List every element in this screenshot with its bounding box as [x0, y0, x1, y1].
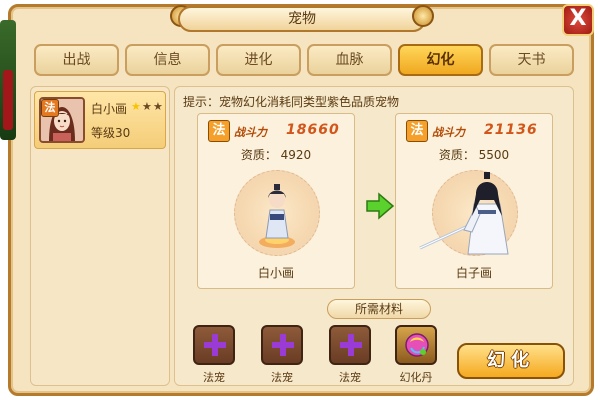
- transform-button[interactable]: 幻化: [457, 343, 565, 379]
- tab-transform[interactable]: 幻化: [398, 44, 483, 76]
- left-decoration-tassel: [3, 70, 13, 130]
- material-slot-pill[interactable]: [395, 325, 437, 365]
- result-pet-power-label: 战斗力: [432, 126, 465, 139]
- current-pet-name: 白小画: [257, 266, 294, 280]
- material-slot-3[interactable]: [329, 325, 371, 365]
- pill-icon: [405, 333, 429, 357]
- material-slot-1[interactable]: [193, 325, 235, 365]
- tab-heavenly-book[interactable]: 天书: [489, 44, 574, 76]
- tab-evolve[interactable]: 进化: [216, 44, 301, 76]
- title-knob-right: [412, 5, 434, 27]
- material-label-1: 法宠: [203, 371, 225, 384]
- plus-icon: [340, 334, 362, 356]
- material-label-3: 法宠: [339, 371, 361, 384]
- result-pet-sprite: [419, 172, 509, 255]
- star-empty-icon: ★: [153, 100, 163, 113]
- result-pet-quality: 资质： 5500: [438, 148, 510, 162]
- result-pet-power-value: 21136: [484, 122, 538, 138]
- result-pet-type-badge: 法: [406, 120, 428, 142]
- pet-list-item[interactable]: 法 白小画 ★ ★ ★ 等级30: [34, 91, 166, 149]
- close-button[interactable]: X: [562, 4, 594, 36]
- pet-avatar: 法: [39, 97, 85, 143]
- material-slot-2[interactable]: [261, 325, 303, 365]
- window-title: 宠物: [178, 6, 426, 32]
- current-pet-sprite: [259, 184, 295, 248]
- tab-info[interactable]: 信息: [125, 44, 210, 76]
- star-filled-icon: ★: [131, 100, 141, 113]
- current-pet-box: 法 战斗力 18660 资质： 4920 白小画: [197, 113, 355, 289]
- star-empty-icon: ★: [142, 100, 152, 113]
- tab-bar: 出战 信息 进化 血脉 幻化 天书: [34, 44, 574, 76]
- result-pet-name: 白子画: [455, 266, 492, 280]
- current-pet-power-label: 战斗力: [234, 126, 267, 139]
- current-pet-power-value: 18660: [286, 122, 340, 138]
- result-pet-box: 法 战斗力 21136 资质： 5500 白子画: [395, 113, 553, 289]
- plus-icon: [272, 334, 294, 356]
- pet-name: 白小画: [91, 102, 128, 116]
- material-label-2: 法宠: [271, 371, 293, 384]
- pet-list-panel: 法 白小画 ★ ★ ★ 等级30: [30, 86, 170, 386]
- hint-text: 提示：宠物幻化消耗同类型紫色品质宠物: [183, 95, 400, 109]
- pet-type-badge: 法: [41, 99, 59, 117]
- arrow-right-icon: [366, 192, 395, 220]
- tab-deploy[interactable]: 出战: [34, 44, 119, 76]
- tab-bloodline[interactable]: 血脉: [307, 44, 392, 76]
- plus-icon: [204, 334, 226, 356]
- transform-panel: 提示：宠物幻化消耗同类型紫色品质宠物 法 战斗力 18660 资质： 4920 …: [174, 86, 574, 386]
- current-pet-quality: 资质： 4920: [240, 148, 312, 162]
- pet-level: 等级30: [91, 126, 131, 140]
- materials-label: 所需材料: [327, 299, 431, 319]
- material-label-pill: 幻化丹: [399, 371, 433, 384]
- current-pet-type-badge: 法: [208, 120, 230, 142]
